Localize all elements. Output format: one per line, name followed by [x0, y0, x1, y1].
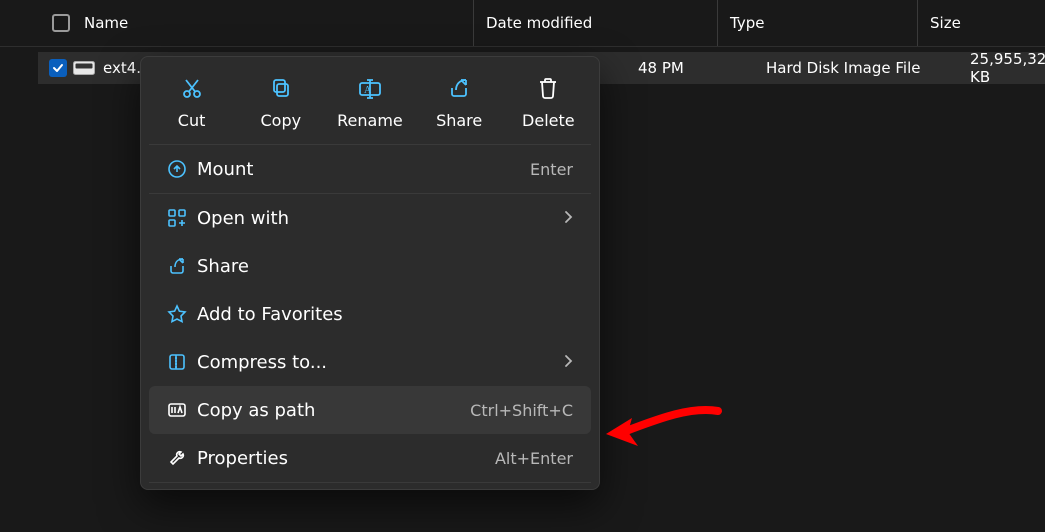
file-row-checkbox[interactable] [49, 59, 67, 77]
rename-icon: A [357, 75, 383, 101]
cut-button[interactable]: Cut [149, 75, 235, 130]
hard-disk-image-icon [73, 60, 95, 76]
mount-icon [167, 159, 197, 179]
select-all-checkbox[interactable] [52, 14, 70, 32]
context-menu-separator [149, 482, 591, 483]
cut-label: Cut [178, 111, 206, 130]
menu-item-properties-label: Properties [197, 448, 288, 469]
chevron-right-icon [563, 208, 573, 229]
context-menu-toolbar: Cut Copy A Rename [141, 63, 599, 144]
menu-item-compress-to[interactable]: Compress to... [149, 338, 591, 386]
context-menu: Cut Copy A Rename [140, 56, 600, 490]
share-label: Share [436, 111, 482, 130]
file-date-modified: 48 PM [638, 59, 684, 77]
menu-item-open-with-label: Open with [197, 208, 289, 229]
menu-item-add-favorites-label: Add to Favorites [197, 304, 343, 325]
properties-icon [167, 448, 197, 468]
delete-label: Delete [522, 111, 575, 130]
rename-label: Rename [337, 111, 403, 130]
menu-item-open-with[interactable]: Open with [149, 194, 591, 242]
chevron-right-icon [563, 352, 573, 373]
menu-item-mount-accel: Enter [530, 160, 573, 179]
file-size: 25,955,328 KB [970, 50, 1045, 86]
column-header-date-label: Date modified [486, 14, 592, 32]
delete-icon [537, 75, 559, 101]
share-icon [447, 75, 471, 101]
share-button[interactable]: Share [416, 75, 502, 130]
column-header-row: Name Date modified Type Size [0, 0, 1045, 47]
column-header-type[interactable]: Type [718, 0, 918, 46]
star-icon [167, 304, 197, 324]
share-item-icon [167, 256, 197, 276]
copy-icon [269, 75, 293, 101]
menu-item-add-favorites[interactable]: Add to Favorites [149, 290, 591, 338]
copy-button[interactable]: Copy [238, 75, 324, 130]
file-type: Hard Disk Image File [766, 59, 921, 77]
menu-item-properties-accel: Alt+Enter [495, 449, 573, 468]
menu-item-copy-as-path-label: Copy as path [197, 400, 315, 421]
compress-icon [167, 352, 197, 372]
svg-text:A: A [364, 85, 372, 96]
copy-path-icon [167, 400, 197, 420]
annotation-arrow [598, 396, 728, 460]
column-header-date[interactable]: Date modified [474, 0, 718, 46]
column-header-size[interactable]: Size [918, 0, 1045, 46]
column-header-size-label: Size [930, 14, 961, 32]
menu-item-share-label: Share [197, 256, 249, 277]
menu-item-properties[interactable]: Properties Alt+Enter [149, 434, 591, 482]
menu-item-mount-label: Mount [197, 159, 253, 180]
rename-button[interactable]: A Rename [327, 75, 413, 130]
menu-item-share[interactable]: Share [149, 242, 591, 290]
column-header-name[interactable]: Name [0, 0, 474, 46]
menu-item-copy-as-path-accel: Ctrl+Shift+C [470, 401, 573, 420]
open-with-icon [167, 208, 197, 228]
menu-item-mount[interactable]: Mount Enter [149, 145, 591, 193]
cut-icon [180, 75, 204, 101]
menu-item-copy-as-path[interactable]: Copy as path Ctrl+Shift+C [149, 386, 591, 434]
delete-button[interactable]: Delete [505, 75, 591, 130]
column-header-name-label: Name [84, 14, 128, 32]
column-header-type-label: Type [730, 14, 764, 32]
menu-item-compress-to-label: Compress to... [197, 352, 327, 373]
copy-label: Copy [260, 111, 301, 130]
